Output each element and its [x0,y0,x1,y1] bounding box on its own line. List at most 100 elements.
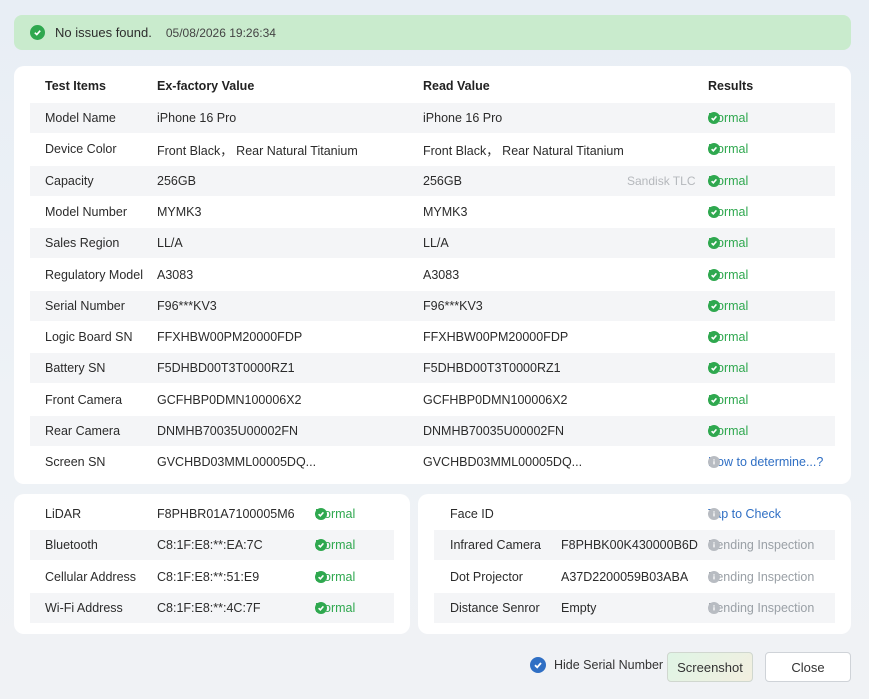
header-ex-factory: Ex-factory Value [157,79,255,93]
result-status: Normal [708,424,748,438]
ex-factory-value: A3083 [157,267,194,282]
table-row: Regulatory Model A3083 A3083 Normal [30,260,835,290]
check-circle-icon [708,268,720,281]
list-item: Bluetooth C8:1F:E8:**:EA:7C Normal [30,530,394,561]
table-row: Device Color Front Black， Rear Natural Ti… [30,134,835,164]
list-item: Wi-Fi Address C8:1F:E8:**:4C:7F Normal [30,592,394,623]
list-item: Dot Projector A37D2200059B03ABA Pending In… [434,562,835,592]
ex-factory-value: LL/A [157,236,183,251]
test-item-name: Rear Camera [45,424,121,438]
ex-factory-value: 256GB [157,173,196,188]
ex-factory-value: F96***KV3 [157,298,217,313]
item-name: Infrared Camera [450,538,542,553]
ex-factory-value: MYMK3 [157,204,202,219]
result-status: Normal [315,507,355,521]
read-value: iPhone 16 Pro [423,111,503,125]
test-results-card: Test Items Ex-factory Value Read Value R… [14,66,851,484]
result-status: Pending Inspection [708,570,814,584]
table-row: Screen SN GVCHBD03MML00005DQ... GVCHBD03MM… [30,447,835,477]
banner-message: No issues found. [55,25,152,40]
test-item-name: Front Camera [45,392,123,407]
table-row: Front Camera GCFHBP0DMN100006X2 GCFHBP0DMN… [30,385,835,415]
item-name: Wi-Fi Address [45,600,123,615]
check-circle-icon [315,601,327,614]
check-circle-icon [708,331,720,344]
check-circle-icon [30,25,45,40]
table-row: Sales Region LL/A LL/A Normal [30,228,835,259]
test-item-name: Device Color [45,142,117,157]
close-button[interactable]: Close [765,652,851,682]
ex-factory-value: F5DHBD00T3T0000RZ1 [157,361,295,376]
checkbox-checked-icon[interactable] [530,657,546,673]
ex-factory-value: FFXHBW00PM20000FDP [157,330,303,345]
read-value: Front Black， Rear Natural Titanium [423,143,624,158]
header-read-value: Read Value [423,79,490,93]
list-item: Distance Senror Empty Pending Inspection [434,592,835,623]
result-status: Normal [708,111,748,125]
result-status: Normal [708,174,748,188]
item-name: LiDAR [45,507,82,521]
table-row: Battery SN F5DHBD00T3T0000RZ1 F5DHBD00T3T0… [30,353,835,384]
result-status: Normal [708,361,748,375]
result-link[interactable]: How to determine...? [708,455,823,469]
result-status: Normal [315,570,355,584]
item-value: F8PHBK00K430000B6D [561,538,698,553]
read-value: 256GB [423,173,462,188]
read-value: GVCHBD03MML00005DQ... [423,455,583,470]
read-value: MYMK3 [423,204,468,219]
item-name: Dot Projector [450,569,523,584]
result-label: Pending Inspection [708,538,815,553]
read-value: GCFHBP0DMN100006X2 [423,392,568,407]
item-name: Bluetooth [45,538,98,553]
list-item: LiDAR F8PHBR01A7100005M6 Normal [30,499,394,529]
item-value: A37D2200059B03ABA [561,569,689,584]
header-results: Results [708,79,754,93]
read-value-note: Sandisk TLC [627,173,696,188]
result-status: Normal [708,205,748,219]
test-item-name: Model Number [45,204,127,219]
banner-timestamp: 05/08/2026 19:26:34 [165,25,276,40]
ex-factory-value: Front Black， Rear Natural Titanium [157,143,358,158]
result-status[interactable]: Tap to Check [708,507,781,521]
hide-serial-label: Hide Serial Number [554,658,664,672]
status-banner: No issues found. 05/08/2026 19:26:34 [14,15,851,50]
item-value: Empty [561,600,597,615]
screenshot-button[interactable]: Screenshot [667,652,753,682]
result-status: Normal [708,142,748,156]
item-value: F8PHBR01A7100005M6 [157,507,295,521]
list-item: Cellular Address C8:1F:E8:**:51:E9 Normal [30,562,394,592]
result-status: Normal [315,601,355,615]
check-circle-icon [708,205,720,218]
test-item-name: Model Name [45,111,116,125]
ex-factory-value: DNMHB70035U00002FN [157,424,299,438]
list-item: Infrared Camera F8PHBK00K430000B6D Pending… [434,530,835,561]
item-value: C8:1F:E8:**:EA:7C [157,538,263,553]
result-status: Normal [708,393,748,407]
list-item: Face ID Tap to Check [434,499,835,529]
ex-factory-value: GVCHBD03MML00005DQ... [157,455,317,470]
info-circle-icon [708,601,720,614]
item-name: Distance Senror [450,600,540,615]
result-label: Pending Inspection [708,600,815,615]
result-status: Pending Inspection [708,601,814,615]
table-row: Serial Number F96***KV3 F96***KV3 Normal [30,290,835,321]
check-circle-icon [315,508,327,520]
check-circle-icon [708,393,720,406]
hide-serial-checkbox[interactable]: Hide Serial Number [530,657,663,673]
result-status: Normal [315,538,355,552]
read-value: LL/A [423,236,449,251]
read-value: F5DHBD00T3T0000RZ1 [423,361,561,376]
result-status[interactable]: How to determine...? [708,455,823,469]
ex-factory-value: GCFHBP0DMN100006X2 [157,392,302,407]
result-label: Pending Inspection [708,569,815,584]
result-status: Pending Inspection [708,538,814,552]
left-extra-card: LiDAR F8PHBR01A7100005M6 Normal Bluetooth C8… [14,494,410,634]
table-row: Model Number MYMK3 MYMK3 Normal [30,197,835,227]
test-item-name: Regulatory Model [45,267,143,282]
info-circle-icon [708,570,720,583]
result-status: Normal [708,268,748,282]
item-name: Cellular Address [45,569,137,584]
result-status: Normal [708,236,748,250]
test-item-name: Screen SN [45,455,106,470]
test-item-name: Logic Board SN [45,330,133,345]
